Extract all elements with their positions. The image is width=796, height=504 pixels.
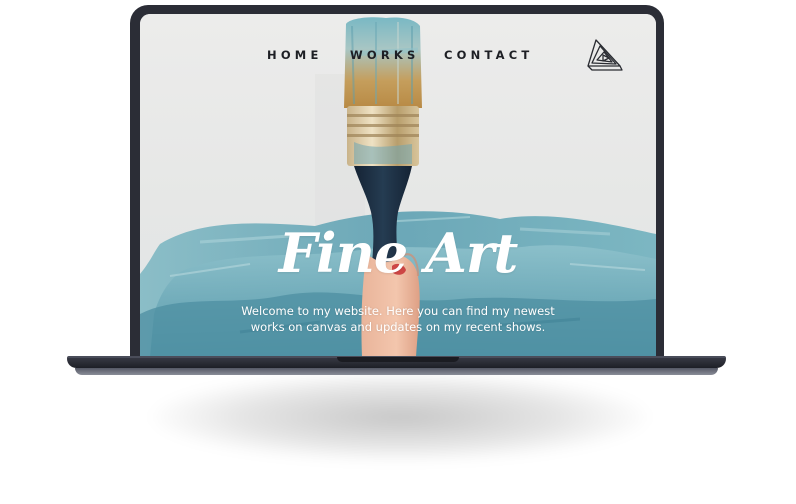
nav-home-link[interactable]: HOME	[267, 48, 323, 62]
laptop-base-lip	[75, 368, 718, 375]
laptop-shadow	[150, 372, 650, 462]
hero-subtitle-line-1: Welcome to my website. Here you can find…	[241, 304, 555, 318]
hero-subtitle: Welcome to my website. Here you can find…	[228, 303, 568, 335]
nav-contact-link[interactable]: CONTACT	[444, 48, 533, 62]
hero-subtitle-line-2: works on canvas and updates on my recent…	[250, 320, 546, 334]
laptop-screen: HOME WORKS CONTACT Fine Art Welcome to m…	[140, 14, 656, 357]
laptop-hinge-notch	[337, 357, 459, 362]
play-triangle-logo-icon[interactable]	[586, 36, 624, 72]
hero-title: Fine Art	[278, 221, 519, 285]
nav-works-link[interactable]: WORKS	[350, 48, 420, 62]
